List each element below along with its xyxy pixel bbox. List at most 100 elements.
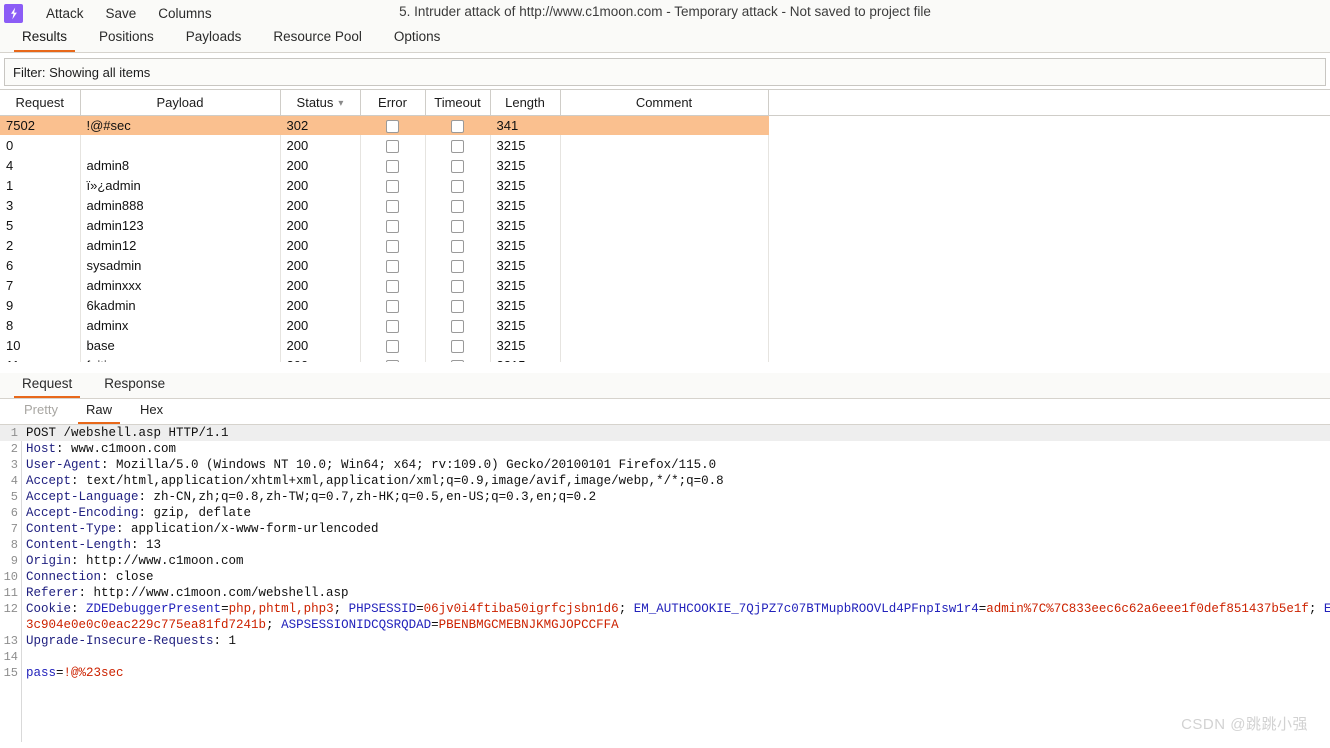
column-header-status[interactable]: Status ▾ (280, 90, 361, 116)
timeout-checkbox[interactable] (451, 119, 464, 133)
table-row[interactable]: 2 admin12 200 3215 (0, 235, 1330, 255)
table-row[interactable]: 10 base 200 3215 (0, 335, 1330, 355)
table-row[interactable]: 3 admin888 200 3215 (0, 195, 1330, 215)
tab-request[interactable]: Request (6, 373, 88, 398)
raw-request-editor[interactable]: 1 POST /webshell.asp HTTP/1.1 2 Host: www.c… (0, 424, 1330, 742)
table-row[interactable]: 7 adminxxx 200 3215 (0, 275, 1330, 295)
line-number: 4 (10, 474, 18, 488)
column-header-comment[interactable]: Comment (560, 90, 769, 116)
code-token: Origin (26, 554, 72, 568)
view-tab-raw[interactable]: Raw (72, 399, 126, 424)
error-checkbox[interactable] (386, 299, 399, 313)
cell-comment (560, 235, 769, 255)
code-line: 6 Accept-Encoding: gzip, deflate (0, 505, 1330, 521)
table-row[interactable]: 5 admin123 200 3215 (0, 215, 1330, 235)
table-row[interactable]: 6 sysadmin 200 3215 (0, 255, 1330, 275)
tab-resource-pool[interactable]: Resource Pool (257, 26, 378, 52)
error-checkbox[interactable] (386, 119, 399, 133)
table-row[interactable]: 8 adminx 200 3215 (0, 315, 1330, 335)
view-tab-hex[interactable]: Hex (126, 399, 177, 424)
line-number: 1 (10, 426, 18, 440)
view-tab-strip: Pretty Raw Hex (0, 399, 1330, 424)
cell-request: 3 (0, 195, 81, 215)
menu-item-attack[interactable]: Attack (35, 4, 95, 23)
code-token: Accept-Encoding (26, 506, 139, 520)
cell-status: 200 (280, 335, 361, 355)
column-header-payload[interactable]: Payload (80, 90, 281, 116)
timeout-checkbox[interactable] (451, 299, 464, 313)
column-header-timeout[interactable]: Timeout (425, 90, 491, 116)
timeout-checkbox[interactable] (451, 139, 464, 153)
view-tab-pretty[interactable]: Pretty (10, 399, 72, 424)
code-token: PHPSESSID (348, 602, 417, 616)
code-token: 3c904e0e0c0eac229c775ea81fd7241b (26, 618, 267, 632)
error-checkbox[interactable] (386, 139, 399, 153)
timeout-checkbox[interactable] (451, 279, 464, 293)
cell-filler (768, 135, 1330, 155)
column-header-request[interactable]: Request (0, 90, 81, 116)
timeout-checkbox[interactable] (451, 219, 464, 233)
error-checkbox[interactable] (386, 259, 399, 273)
code-line: 3 User-Agent: Mozilla/5.0 (Windows NT 10.… (0, 457, 1330, 473)
timeout-checkbox[interactable] (451, 239, 464, 253)
cell-error (360, 295, 426, 315)
timeout-checkbox[interactable] (451, 179, 464, 193)
cell-filler (768, 295, 1330, 315)
column-header-length[interactable]: Length (490, 90, 561, 116)
burp-lightning-icon (4, 3, 23, 23)
cell-error (360, 215, 426, 235)
cell-timeout (425, 195, 491, 215)
cell-request: 9 (0, 295, 81, 315)
table-row[interactable]: 0 200 3215 (0, 135, 1330, 155)
results-table-container[interactable]: Request Payload Status ▾ Error Timeout Le… (0, 89, 1330, 373)
timeout-checkbox[interactable] (451, 199, 464, 213)
error-checkbox[interactable] (386, 179, 399, 193)
code-line: 10 Connection: close (0, 569, 1330, 585)
error-checkbox[interactable] (386, 219, 399, 233)
table-row[interactable]: 1 ï»¿admin 200 3215 (0, 175, 1330, 195)
menu-item-save[interactable]: Save (95, 4, 148, 23)
menu-item-columns[interactable]: Columns (147, 4, 222, 23)
cell-payload: adminxxx (80, 275, 281, 295)
tab-results[interactable]: Results (6, 26, 83, 52)
error-checkbox[interactable] (386, 339, 399, 353)
error-checkbox[interactable] (386, 239, 399, 253)
cell-payload: admin12 (80, 235, 281, 255)
cell-status: 302 (280, 115, 361, 135)
error-checkbox[interactable] (386, 159, 399, 173)
tab-positions[interactable]: Positions (83, 26, 170, 52)
column-header-error[interactable]: Error (360, 90, 426, 116)
cell-error (360, 235, 426, 255)
timeout-checkbox[interactable] (451, 339, 464, 353)
timeout-checkbox[interactable] (451, 159, 464, 173)
table-row[interactable]: 4 admin8 200 3215 (0, 155, 1330, 175)
code-token: User-Agent (26, 458, 102, 472)
code-token: Accept (26, 474, 72, 488)
error-checkbox[interactable] (386, 199, 399, 213)
code-token: Host (26, 442, 57, 456)
cell-length: 3215 (490, 195, 561, 215)
table-row[interactable]: 9 6kadmin 200 3215 (0, 295, 1330, 315)
tab-payloads[interactable]: Payloads (170, 26, 258, 52)
code-token: : 1 (213, 634, 237, 648)
tab-options[interactable]: Options (378, 26, 457, 52)
error-checkbox[interactable] (386, 279, 399, 293)
filter-bar[interactable]: Filter: Showing all items (4, 58, 1326, 86)
table-row[interactable]: 7502 !@#sec 302 341 (0, 115, 1330, 135)
timeout-checkbox[interactable] (451, 319, 464, 333)
cell-request: 7502 (0, 115, 81, 135)
tab-response[interactable]: Response (88, 373, 181, 398)
cell-error (360, 175, 426, 195)
cell-length: 3215 (490, 315, 561, 335)
cell-length: 341 (490, 115, 561, 135)
line-number: 9 (10, 554, 18, 568)
cell-timeout (425, 115, 491, 135)
cell-payload: base (80, 335, 281, 355)
error-checkbox[interactable] (386, 319, 399, 333)
code-token: : Mozilla/5.0 (Windows NT 10.0; Win64; x… (101, 458, 717, 472)
cell-payload (80, 135, 281, 155)
timeout-checkbox[interactable] (451, 259, 464, 273)
cell-comment (560, 115, 769, 135)
code-token: Accept-Language (26, 490, 139, 504)
cell-payload: ï»¿admin (80, 175, 281, 195)
